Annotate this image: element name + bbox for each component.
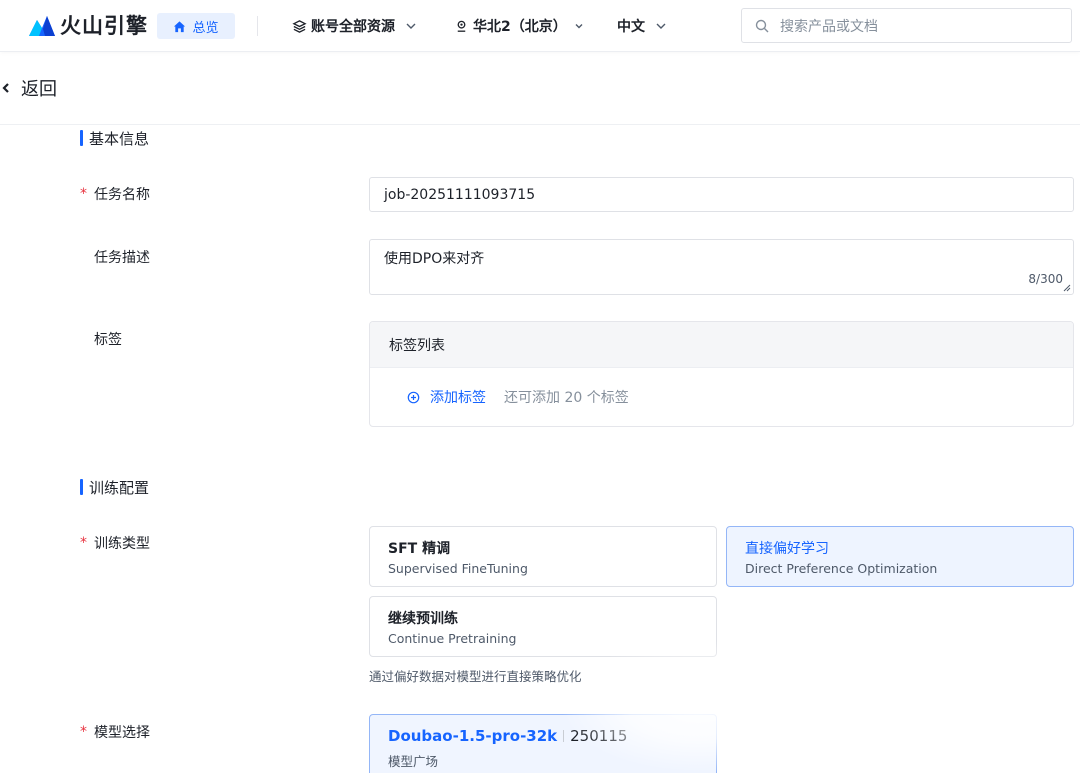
back-label: 返回	[21, 79, 57, 100]
home-label: 总览	[192, 20, 219, 36]
section-title: 基本信息	[89, 129, 150, 148]
tags-list-header: 标签列表	[370, 322, 1073, 368]
task-desc-label: 任务描述	[94, 250, 150, 266]
section-training-config: 训练配置	[80, 477, 149, 497]
model-source: 模型广场	[388, 754, 439, 769]
card-subtitle: Direct Preference Optimization	[745, 561, 938, 576]
chevron-down-icon	[575, 24, 583, 29]
required-asterisk: *	[80, 535, 87, 551]
home-overview-button[interactable]: 总览	[157, 13, 235, 39]
region-label: 华北2（北京）	[473, 19, 567, 35]
search-placeholder: 搜索产品或文档	[780, 18, 878, 35]
tags-list-body: 添加标签 还可添加 20 个标签	[370, 368, 1073, 426]
task-name-label: * 任务名称	[80, 186, 150, 203]
section-title: 训练配置	[89, 478, 150, 497]
language-label: 中文	[617, 19, 645, 35]
section-marker	[80, 479, 83, 495]
required-asterisk: *	[80, 186, 87, 202]
chevron-down-icon	[656, 23, 666, 29]
model-select-label: * 模型选择	[80, 724, 150, 741]
tags-remaining-hint: 还可添加 20 个标签	[504, 390, 629, 406]
required-asterisk: *	[80, 724, 87, 740]
home-icon	[174, 20, 186, 32]
char-counter: 8/300	[1028, 272, 1063, 286]
task-desc-textarea[interactable]: 使用DPO来对齐 8/300	[369, 239, 1074, 295]
model-version: 250115	[570, 727, 628, 745]
training-type-hint: 通过偏好数据对模型进行直接策略优化	[369, 669, 582, 684]
model-name-row: Doubao-1.5-pro-32k 250115	[388, 726, 716, 746]
task-name-value: job-20251111093715	[384, 186, 536, 203]
training-type-dpo-card[interactable]: 直接偏好学习 Direct Preference Optimization	[726, 526, 1074, 587]
card-subtitle: Supervised FineTuning	[388, 561, 528, 576]
training-type-pretrain-card[interactable]: 继续预训练 Continue Pretraining	[369, 596, 717, 657]
layers-icon	[292, 19, 307, 33]
search-icon	[755, 19, 769, 32]
model-divider	[563, 730, 565, 742]
language-dropdown[interactable]: 中文	[617, 15, 667, 37]
chevron-left-icon	[2, 83, 9, 93]
card-subtitle: Continue Pretraining	[388, 631, 517, 646]
tags-label: 标签	[94, 332, 122, 348]
training-type-sft-card[interactable]: SFT 精调 Supervised FineTuning	[369, 526, 717, 587]
task-name-input[interactable]: job-20251111093715	[369, 177, 1074, 212]
back-button[interactable]: 返回	[0, 76, 57, 100]
add-tag-button[interactable]: 添加标签	[407, 387, 486, 407]
training-type-label: * 训练类型	[80, 535, 150, 552]
selected-model-card[interactable]: Doubao-1.5-pro-32k 250115 模型广场	[369, 714, 717, 773]
nav-divider	[257, 16, 258, 36]
tags-panel: 标签列表 添加标签 还可添加 20 个标签	[369, 321, 1074, 427]
section-basic-info: 基本信息	[80, 128, 149, 148]
model-name: Doubao-1.5-pro-32k	[388, 727, 558, 745]
card-title: SFT 精调	[388, 541, 451, 557]
account-label: 账号全部资源	[311, 19, 395, 35]
volcano-logo-icon	[29, 16, 55, 36]
resize-handle-icon[interactable]	[1063, 284, 1071, 292]
card-title: 直接偏好学习	[745, 541, 829, 557]
region-dropdown[interactable]: 华北2（北京）	[454, 15, 585, 37]
card-title: 继续预训练	[388, 611, 458, 627]
brand-logo[interactable]: 火山引擎	[29, 12, 148, 38]
location-pin-icon	[457, 20, 466, 32]
task-desc-value: 使用DPO来对齐	[384, 251, 485, 267]
top-navigation-bar: 火山引擎 总览 账号全部资源 华北2（北京） 中文 搜索产品或文档	[0, 0, 1080, 52]
plus-circle-icon	[407, 391, 420, 403]
account-resources-dropdown[interactable]: 账号全部资源	[292, 15, 417, 37]
search-input[interactable]: 搜索产品或文档	[741, 8, 1072, 43]
brand-name: 火山引擎	[60, 14, 148, 38]
chevron-down-icon	[406, 23, 416, 29]
section-marker	[80, 130, 83, 146]
back-bar: 返回	[0, 53, 1080, 125]
